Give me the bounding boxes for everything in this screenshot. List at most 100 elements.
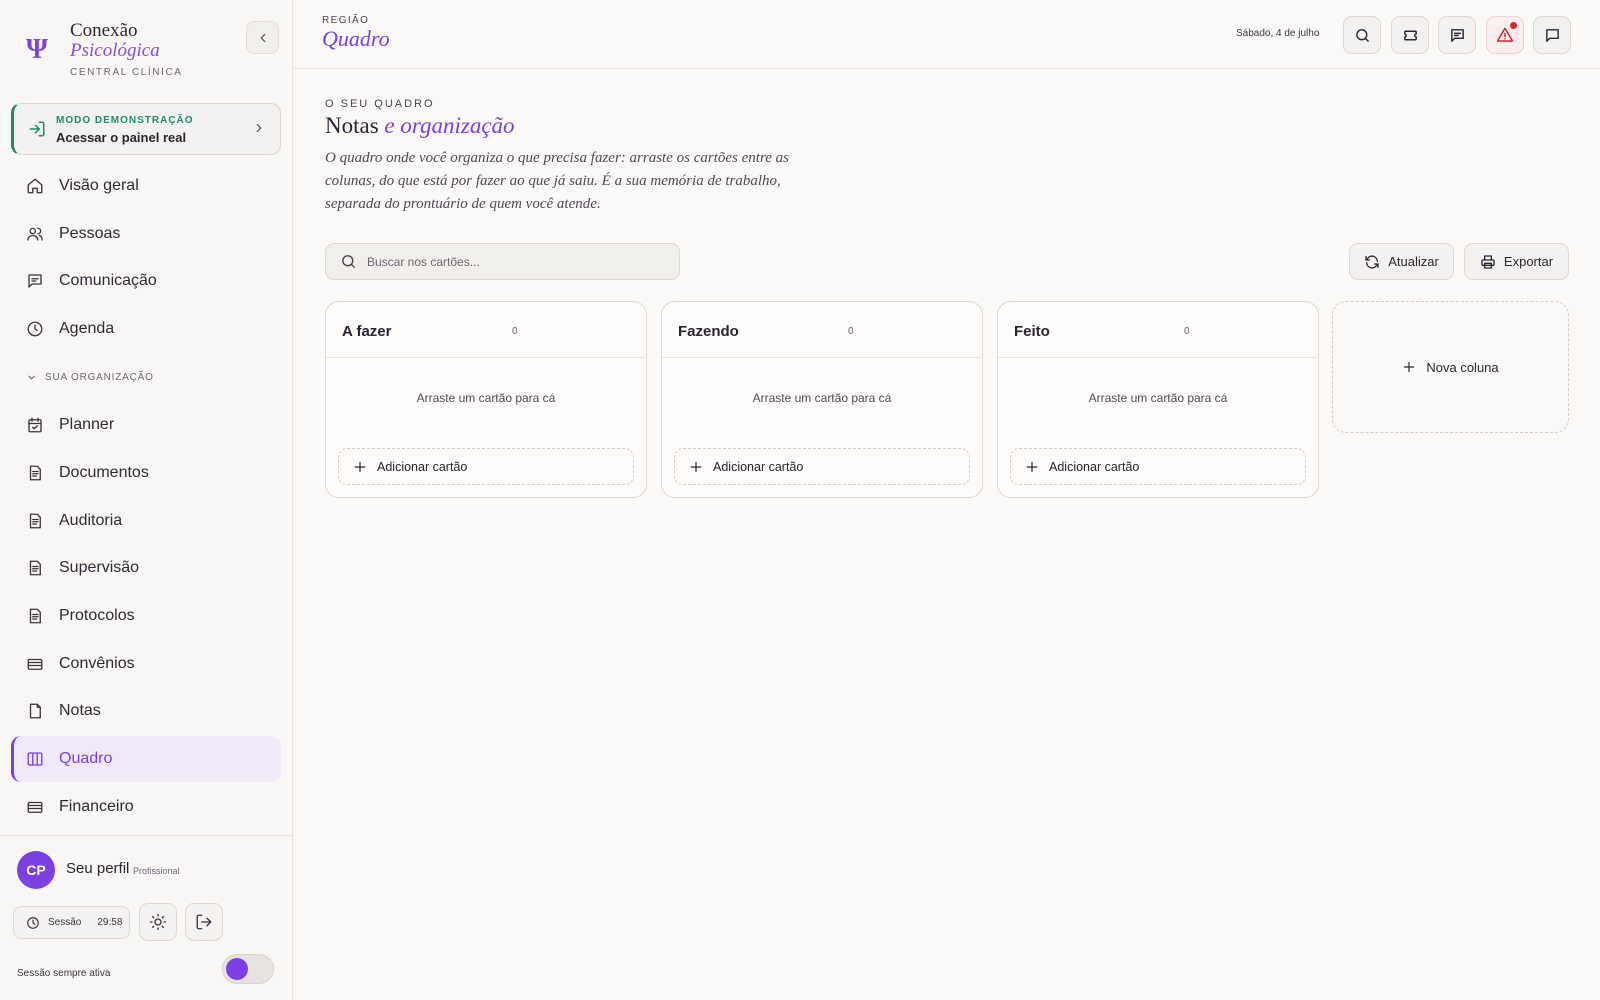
document-icon	[25, 558, 45, 578]
profile-role: Profissional	[133, 866, 180, 876]
sidebar-item-financeiro[interactable]: Financeiro	[11, 784, 281, 830]
export-button[interactable]: Exportar	[1464, 243, 1569, 280]
theme-toggle-button[interactable]	[139, 903, 177, 941]
sidebar-item-convenios[interactable]: Convênios	[11, 641, 281, 687]
add-card-label: Adicionar cartão	[1049, 459, 1140, 474]
brand-name-line2: Psicológica	[70, 40, 160, 61]
calendar-check-icon	[25, 415, 45, 435]
printer-icon	[1481, 254, 1495, 269]
board-column-fazendo: Fazendo 0 Arraste um cartão para cá Adic…	[661, 301, 983, 498]
new-column-button[interactable]: Nova coluna	[1332, 301, 1569, 433]
collapse-sidebar-button[interactable]	[246, 21, 279, 54]
chevron-left-icon	[260, 33, 265, 42]
sidebar-item-label: Convênios	[59, 655, 135, 672]
clock-icon	[27, 916, 39, 929]
column-header[interactable]: Fazendo 0	[662, 302, 982, 358]
column-title: Feito	[1014, 323, 1050, 340]
session-label: Sessão	[48, 917, 82, 928]
top-bar: REGIÃO Quadro Sábado, 4 de julho	[293, 0, 1600, 69]
sidebar-item-planner[interactable]: Planner	[11, 402, 281, 448]
columns-icon	[25, 749, 45, 769]
document-icon	[25, 511, 45, 531]
search-icon	[1355, 28, 1369, 42]
sidebar-item-label: Notas	[59, 702, 101, 719]
message-icon	[25, 271, 45, 291]
sidebar-item-pessoas[interactable]: Pessoas	[11, 211, 281, 257]
session-timer: Sessão 29:58	[13, 906, 130, 939]
chat-button[interactable]	[1533, 16, 1571, 54]
card-search	[325, 243, 680, 280]
column-header[interactable]: A fazer 0	[326, 302, 646, 358]
chat-icon	[1545, 28, 1559, 42]
logout-icon	[196, 914, 212, 930]
sun-icon	[149, 913, 167, 931]
sidebar-item-label: Comunicação	[59, 272, 157, 289]
refresh-label: Atualizar	[1388, 254, 1439, 269]
column-dropzone[interactable]: Arraste um cartão para cá	[326, 391, 646, 405]
logout-button[interactable]	[185, 903, 223, 941]
ticket-icon	[1403, 30, 1417, 40]
search-input[interactable]	[367, 254, 657, 269]
brand[interactable]: Ψ Conexão Psicológica CENTRAL CLÍNICA	[24, 20, 244, 82]
sidebar-item-label: Documentos	[59, 464, 149, 481]
clock-icon	[25, 319, 45, 339]
sidebar-item-documentos[interactable]: Documentos	[11, 450, 281, 496]
alerts-button[interactable]	[1486, 16, 1524, 54]
section-label: SUA ORGANIZAÇÃO	[45, 372, 154, 383]
sidebar: Ψ Conexão Psicológica CENTRAL CLÍNICA MO…	[0, 0, 293, 1000]
column-title: Fazendo	[678, 323, 739, 340]
sidebar-item-comunicacao[interactable]: Comunicação	[11, 258, 281, 304]
sidebar-item-label: Planner	[59, 416, 115, 433]
document-icon	[25, 606, 45, 626]
sidebar-item-notas[interactable]: Notas	[11, 688, 281, 734]
toggle-knob	[226, 958, 248, 980]
file-icon	[25, 701, 45, 721]
sidebar-item-auditoria[interactable]: Auditoria	[11, 498, 281, 544]
add-card-button[interactable]: Adicionar cartão	[674, 448, 970, 485]
sidebar-item-label: Auditoria	[59, 512, 123, 529]
session-time: 29:58	[97, 917, 123, 928]
sidebar-item-quadro[interactable]: Quadro	[11, 736, 281, 782]
avatar[interactable]: CP	[17, 851, 55, 889]
profile-name[interactable]: Seu perfil	[66, 860, 129, 877]
message-icon	[1450, 28, 1464, 42]
card-icon	[25, 797, 45, 817]
column-count: 0	[848, 326, 854, 337]
add-card-button[interactable]: Adicionar cartão	[338, 448, 634, 485]
search-button[interactable]	[1343, 16, 1381, 54]
page-title-accent: e organização	[384, 113, 515, 138]
board-column-feito: Feito 0 Arraste um cartão para cá Adicio…	[997, 301, 1319, 498]
users-icon	[25, 224, 45, 244]
refresh-icon	[1365, 254, 1379, 269]
chevron-right-icon	[252, 121, 266, 140]
sidebar-item-agenda[interactable]: Agenda	[11, 306, 281, 352]
plus-icon	[354, 461, 366, 472]
keep-session-toggle[interactable]	[222, 954, 274, 984]
ticket-button[interactable]	[1391, 16, 1429, 54]
region-title: Quadro	[322, 26, 390, 51]
demo-mode-card[interactable]: MODO DEMONSTRAÇÃO Acessar o painel real	[11, 103, 281, 155]
sidebar-item-label: Pessoas	[59, 225, 121, 242]
column-dropzone[interactable]: Arraste um cartão para cá	[998, 391, 1318, 405]
sidebar-item-supervisao[interactable]: Supervisão	[11, 545, 281, 591]
sidebar-item-label: Financeiro	[59, 798, 134, 815]
add-card-button[interactable]: Adicionar cartão	[1010, 448, 1306, 485]
sidebar-item-visao-geral[interactable]: Visão geral	[11, 163, 281, 209]
notification-dot	[1510, 22, 1517, 29]
section-toggle-sua-organizacao[interactable]: SUA ORGANIZAÇÃO	[26, 372, 154, 383]
current-date: Sábado, 4 de julho	[1236, 28, 1320, 39]
messages-button[interactable]	[1438, 16, 1476, 54]
column-header[interactable]: Feito 0	[998, 302, 1318, 358]
new-column-label: Nova coluna	[1426, 359, 1499, 375]
sidebar-item-protocolos[interactable]: Protocolos	[11, 593, 281, 639]
page-description: O quadro onde você organiza o que precis…	[325, 150, 789, 212]
column-dropzone[interactable]: Arraste um cartão para cá	[662, 391, 982, 405]
export-label: Exportar	[1503, 254, 1554, 269]
plus-icon	[1404, 361, 1415, 373]
refresh-button[interactable]: Atualizar	[1349, 243, 1454, 280]
keep-session-label: Sessão sempre ativa	[17, 968, 111, 979]
board-column-a-fazer: A fazer 0 Arraste um cartão para cá Adic…	[325, 301, 647, 498]
brand-name-line1: Conexão	[70, 20, 138, 41]
page-title-main: Notas	[325, 113, 379, 138]
plus-icon	[690, 461, 702, 472]
